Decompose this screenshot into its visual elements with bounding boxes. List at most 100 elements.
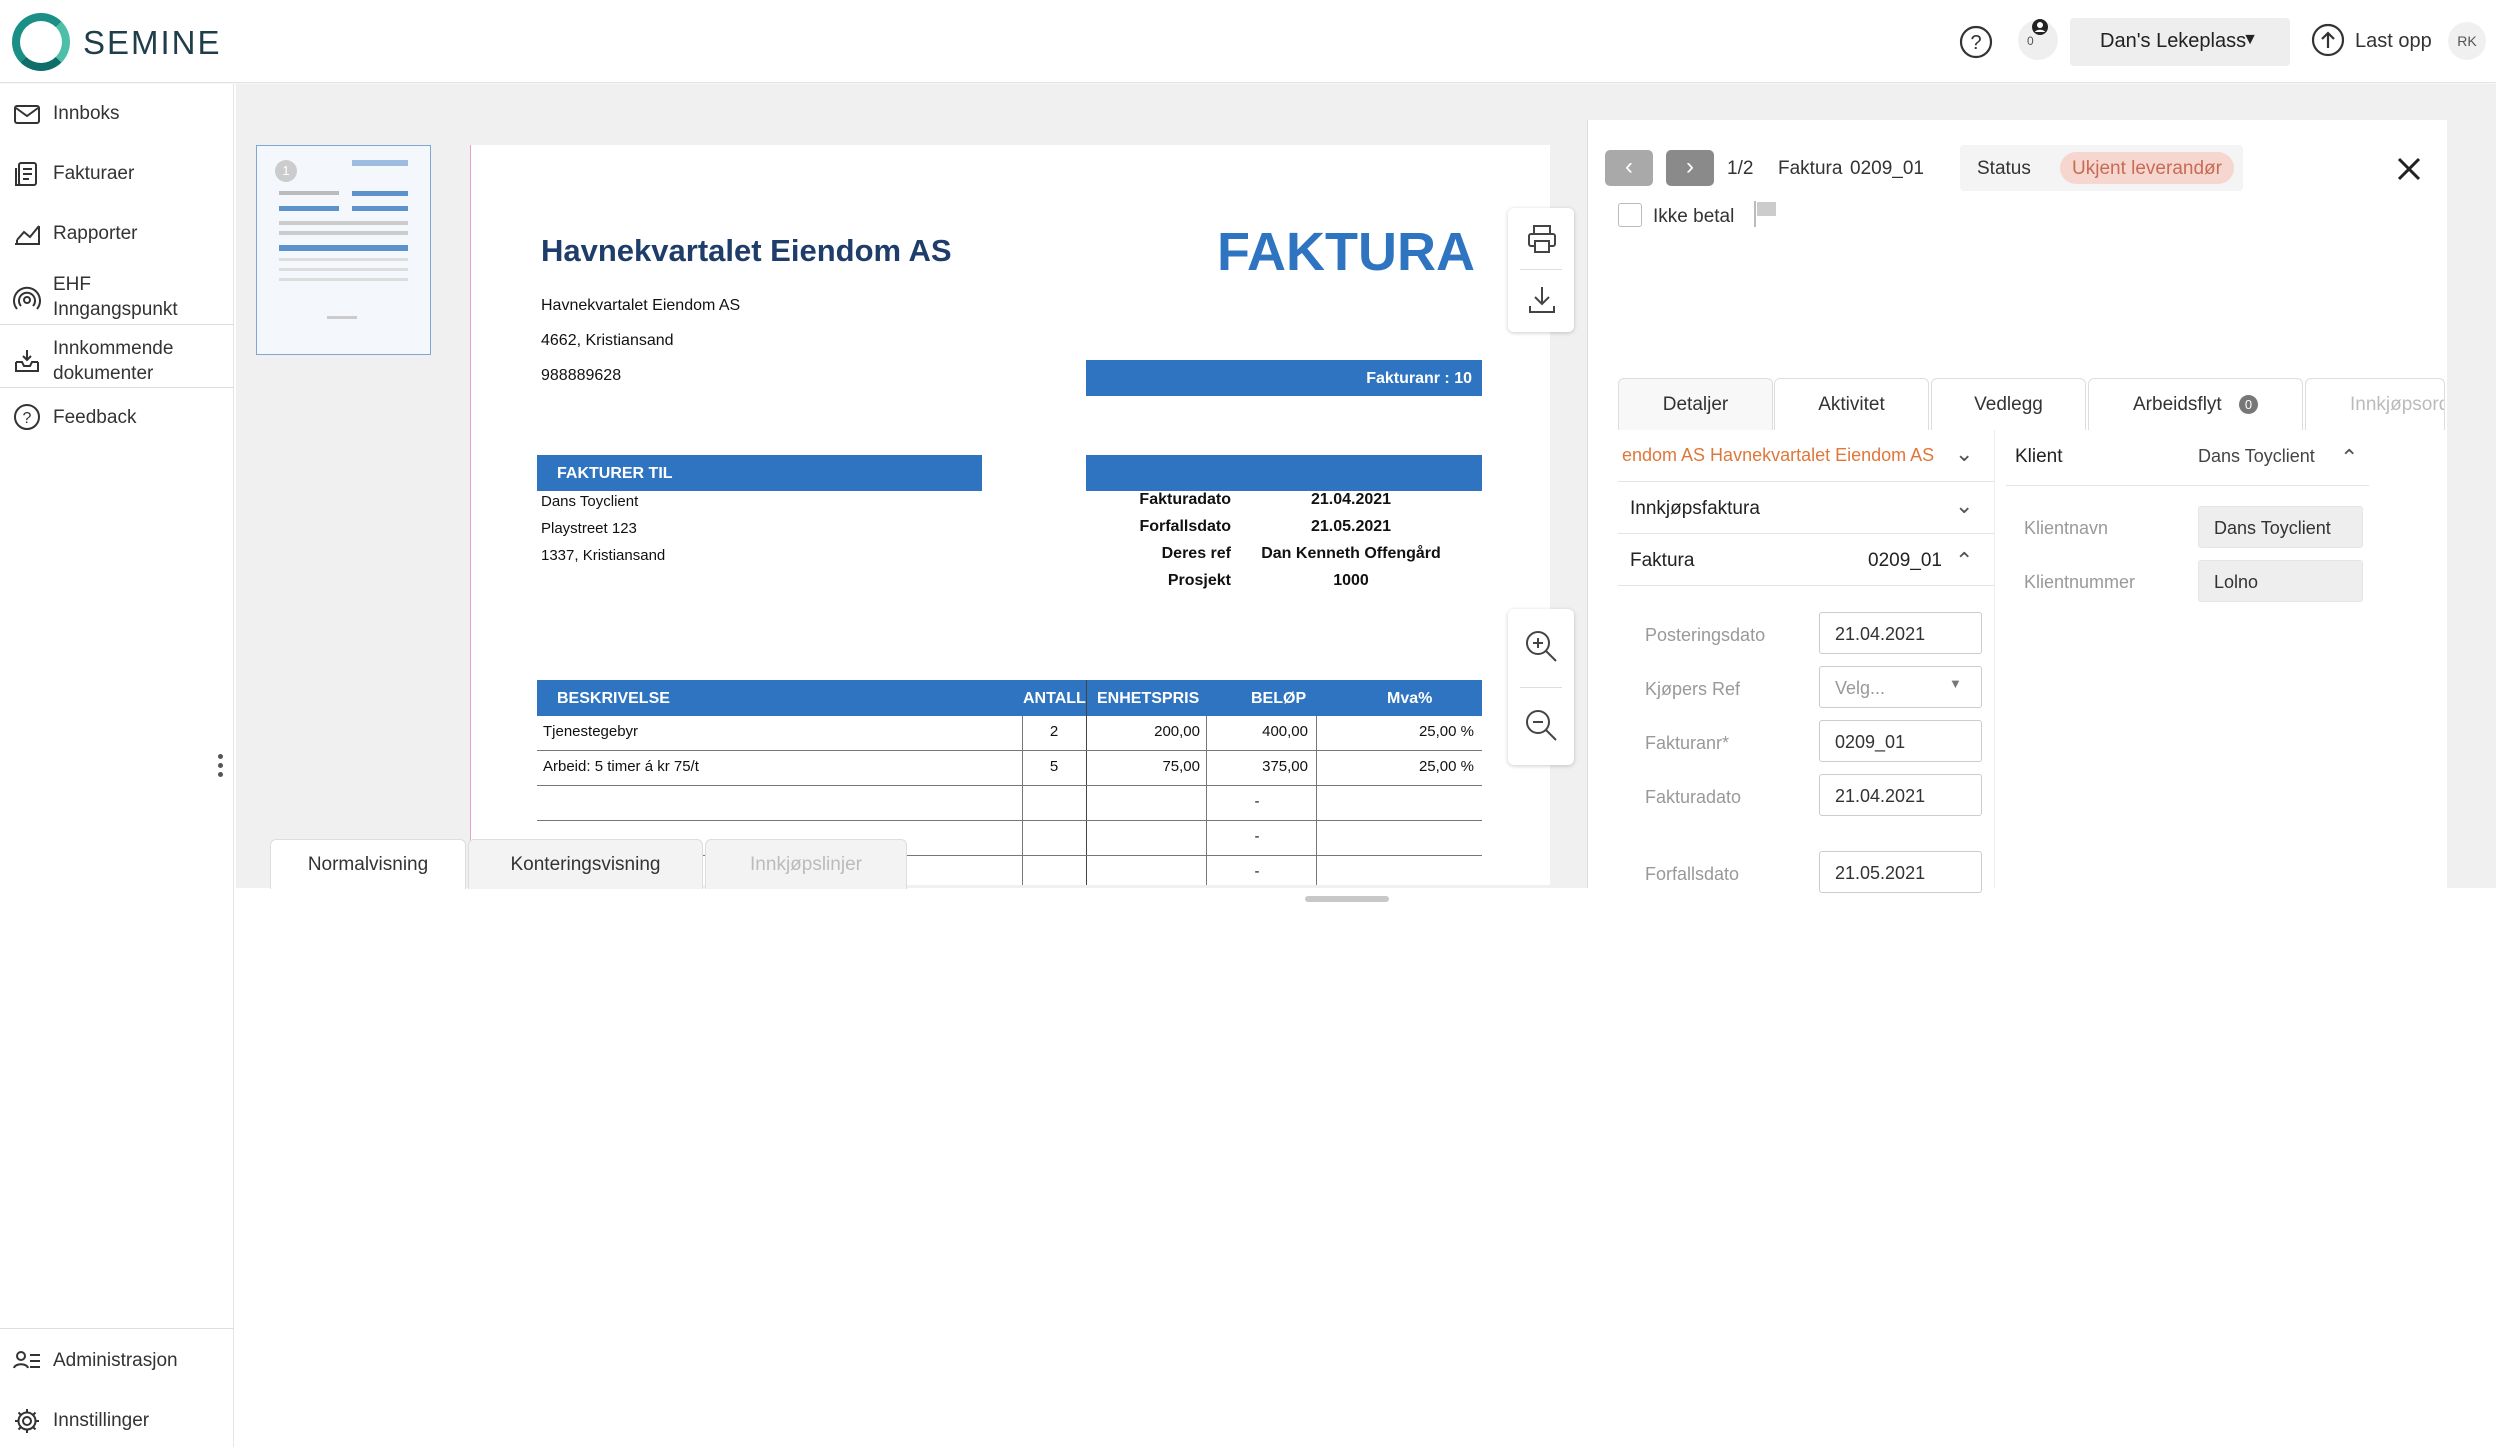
meta-value: 21.05.2021 — [1310, 518, 1392, 535]
ikke-betal-label: Ikke betal — [1653, 206, 1735, 227]
pager: 1/2 — [1727, 158, 1754, 179]
chevron-up-icon[interactable]: ⌃ — [1955, 548, 1973, 574]
close-icon[interactable] — [2396, 156, 2422, 182]
chevron-up-icon[interactable]: ⌃ — [2340, 445, 2358, 471]
sidebar-item-label-line2: dokumenter — [53, 363, 154, 384]
chevron-left-icon: ‹ — [1625, 153, 1633, 180]
chevron-down-icon[interactable]: ⌄ — [1955, 493, 1973, 519]
fakturanr-input[interactable]: 0209_01 — [1819, 720, 1982, 762]
field-label-posteringsdato: Posteringsdato — [1645, 625, 1766, 645]
status-label: Status — [1977, 158, 2031, 179]
document-address1: Havnekvartalet Eiendom AS — [541, 297, 741, 314]
doc-row-price: 75,00 — [1162, 758, 1200, 775]
posteringsdato-input[interactable]: 21.04.2021 — [1819, 612, 1982, 654]
thumbnail-line — [279, 231, 408, 235]
sidebar-item-innstillinger[interactable]: Innstillinger — [0, 1391, 234, 1447]
zoom-out-icon[interactable] — [1524, 708, 1558, 742]
bill-to-line: Dans Toyclient — [541, 493, 639, 510]
klient-section-row[interactable]: Klient Dans Toyclient ⌃ — [2006, 430, 2369, 486]
svg-text:?: ? — [23, 410, 32, 427]
tenant-name: Dan's Lekeplass — [2100, 30, 2247, 52]
doc-table-rule — [1022, 716, 1023, 885]
innkjopsfaktura-row[interactable]: Innkjøpsfaktura ⌄ — [1618, 482, 1994, 534]
doc-row-amount: - — [1254, 828, 1260, 845]
chevron-down-icon[interactable]: ⌄ — [1955, 441, 1973, 467]
document-address2: 4662, Kristiansand — [541, 332, 674, 349]
document-fakturanr-bar: Fakturanr : 10 — [1086, 360, 1482, 396]
semine-logo-icon[interactable] — [12, 13, 70, 71]
tab-detaljer[interactable]: Detaljer — [1618, 378, 1773, 430]
sidebar-collapse-handle[interactable] — [218, 754, 224, 784]
klientnummer-label: Klientnummer — [2024, 572, 2136, 592]
divider — [0, 1328, 234, 1329]
chevron-down-icon: ▼ — [2242, 31, 2258, 48]
divider — [0, 324, 234, 325]
next-invoice-button[interactable]: › — [1666, 150, 1714, 186]
klient-value: Dans Toyclient — [2198, 446, 2315, 466]
meta-value: 21.04.2021 — [1310, 491, 1392, 508]
doc-th: Mva% — [1387, 690, 1433, 707]
zoom-tools — [1508, 609, 1574, 765]
print-icon[interactable] — [1526, 223, 1558, 255]
invoices-icon — [15, 162, 37, 186]
document-bill-to-header: FAKTURER TIL — [537, 455, 982, 491]
invoice-details-panel: ‹ › 1/2 Faktura 0209_01 Status Ukjent le… — [1587, 120, 2447, 893]
fakturadato-input[interactable]: 21.04.2021 — [1819, 774, 1982, 816]
question-circle-icon[interactable]: ? — [1958, 24, 1994, 60]
tab-arbeidsflyt[interactable]: Arbeidsflyt 0 — [2088, 378, 2303, 430]
sidebar-item-innboks[interactable]: Innboks — [0, 84, 234, 144]
avatar[interactable]: RK — [2448, 22, 2486, 60]
doc-row-amount: 400,00 — [1262, 723, 1308, 740]
download-icon[interactable] — [1526, 284, 1558, 316]
notification-count: 0 — [2027, 34, 2034, 48]
sidebar-item-rapporter[interactable]: Rapporter — [0, 204, 234, 264]
field-label-forfallsdato: Forfallsdato — [1645, 864, 1740, 884]
horizontal-splitter[interactable] — [1305, 896, 1389, 902]
zoom-in-icon[interactable] — [1524, 629, 1558, 663]
chevron-right-icon: › — [1686, 153, 1694, 180]
prev-invoice-button[interactable]: ‹ — [1605, 150, 1653, 186]
sidebar-item-fakturaer[interactable]: Fakturaer — [0, 144, 234, 204]
inbox-tray-icon — [15, 350, 39, 372]
sidebar-item-feedback[interactable]: ? Feedback — [0, 388, 234, 448]
tab-konteringsvisning[interactable]: Konteringsvisning — [468, 839, 703, 889]
tab-normalvisning[interactable]: Normalvisning — [270, 839, 466, 889]
signal-icon — [13, 286, 41, 310]
forfallsdato-input[interactable]: 21.05.2021 — [1819, 851, 1982, 893]
sidebar-item-administrasjon[interactable]: Administrasjon — [0, 1331, 234, 1391]
thumbnail-line — [279, 221, 408, 225]
meta-label: Fakturadato — [1139, 491, 1231, 508]
flag-icon[interactable] — [1750, 199, 1780, 229]
column-divider — [1994, 430, 1995, 888]
sidebar-item-label: Fakturaer — [53, 163, 135, 184]
klientnavn-label: Klientnavn — [2024, 518, 2109, 538]
tab-vedlegg[interactable]: Vedlegg — [1931, 378, 2086, 430]
document-supplier-name: Havnekvartalet Eiendom AS — [541, 233, 952, 268]
faktura-section-row[interactable]: Faktura 0209_01 ⌃ — [1618, 534, 1994, 586]
tab-innkjopslinjer[interactable]: Innkjøpslinjer — [705, 839, 907, 889]
users-list-icon — [13, 1351, 40, 1369]
tab-aktivitet[interactable]: Aktivitet — [1774, 378, 1929, 430]
gear-icon — [15, 1409, 39, 1433]
doc-table-rule — [1316, 716, 1317, 885]
upload-button[interactable]: Last opp — [2355, 30, 2432, 53]
notifications-button[interactable]: 0 — [2018, 19, 2058, 60]
tenant-selector[interactable]: Dan's Lekeplass ▼ — [2070, 18, 2290, 66]
tab-arbeidsflyt-label: Arbeidsflyt — [2133, 394, 2222, 415]
document-tools — [1508, 208, 1574, 332]
tab-innkjopsordre[interactable]: Innkjøpsordre — [2305, 378, 2445, 430]
klientnummer-value: Lolno — [2198, 560, 2363, 602]
bill-to-line: 1337, Kristiansand — [541, 547, 666, 564]
sidebar-item-label: Administrasjon — [53, 1350, 178, 1371]
sidebar-item-label: Rapporter — [53, 223, 138, 244]
thumbnail-line — [327, 316, 357, 319]
sidebar-item-ehf[interactable]: EHF Inngangspunkt — [0, 264, 234, 330]
supplier-row[interactable]: endom AS Havnekvartalet Eiendom AS ⌄ — [1618, 430, 1994, 482]
question-circle-icon: ? — [14, 404, 40, 430]
ikke-betal-checkbox[interactable] — [1618, 203, 1642, 227]
page-thumbnail[interactable]: 1 — [256, 145, 431, 355]
klientnavn-value: Dans Toyclient — [2198, 506, 2363, 548]
sidebar-item-innkommende[interactable]: Innkommende dokumenter — [0, 328, 234, 394]
document-meta-header — [1086, 455, 1482, 491]
upload-icon[interactable] — [2310, 22, 2346, 58]
